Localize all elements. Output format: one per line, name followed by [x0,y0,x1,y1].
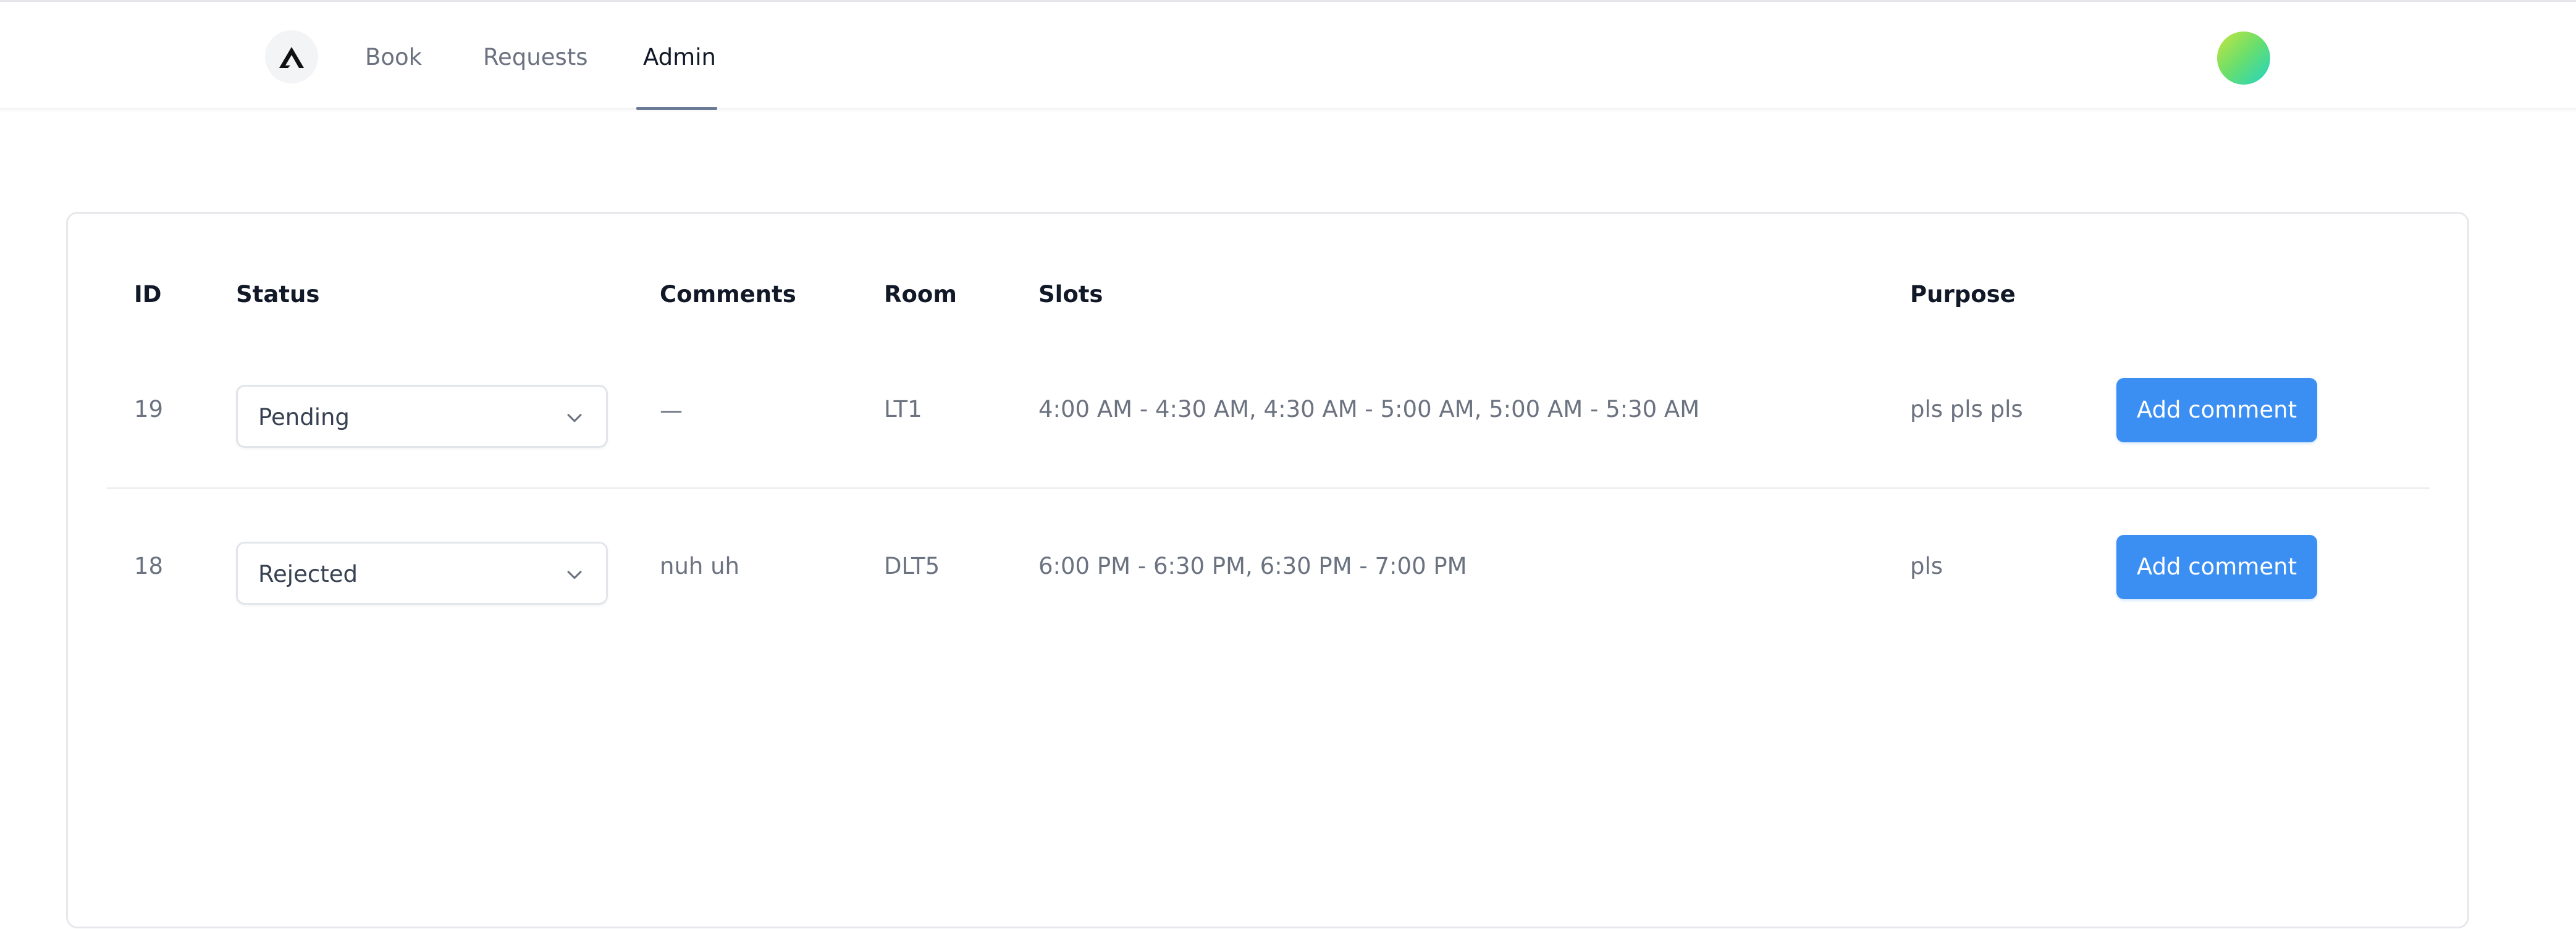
chevron-down-icon [567,571,582,579]
user-avatar[interactable] [2217,32,2270,85]
column-header-status: Status [236,281,320,308]
row-purpose: pls [1910,553,1943,579]
column-header-room: Room [884,281,957,308]
row-comments: nuh uh [660,553,740,579]
status-select-value: Pending [258,404,350,431]
column-header-purpose: Purpose [1910,281,2016,308]
status-select[interactable]: Pending [236,385,608,448]
triangle-logo-icon [279,47,304,68]
row-divider [107,487,2430,489]
row-id: 18 [134,553,164,579]
nav-link-book[interactable]: Book [365,39,422,76]
column-header-slots: Slots [1038,281,1103,308]
status-select[interactable]: Rejected [236,542,608,605]
active-tab-indicator [636,107,717,110]
row-comments: — [660,397,683,424]
row-slots: 6:00 PM - 6:30 PM, 6:30 PM - 7:00 PM [1038,553,1467,579]
add-comment-button[interactable]: Add comment [2116,378,2317,442]
nav-link-admin[interactable]: Admin [643,39,716,76]
chevron-down-icon [567,414,582,422]
row-purpose: pls pls pls [1910,396,2023,422]
nav-link-requests[interactable]: Requests [483,39,588,76]
row-slots: 4:00 AM - 4:30 AM, 4:30 AM - 5:00 AM, 5:… [1038,396,1700,422]
row-room: LT1 [884,396,922,422]
row-id: 19 [134,396,164,422]
logo-icon[interactable] [265,30,318,83]
status-select-value: Rejected [258,561,358,587]
column-header-id: ID [134,281,162,308]
column-header-comments: Comments [660,281,796,308]
add-comment-button[interactable]: Add comment [2116,535,2317,599]
row-room: DLT5 [884,553,940,579]
top-navbar: Book Requests Admin [0,2,2576,110]
